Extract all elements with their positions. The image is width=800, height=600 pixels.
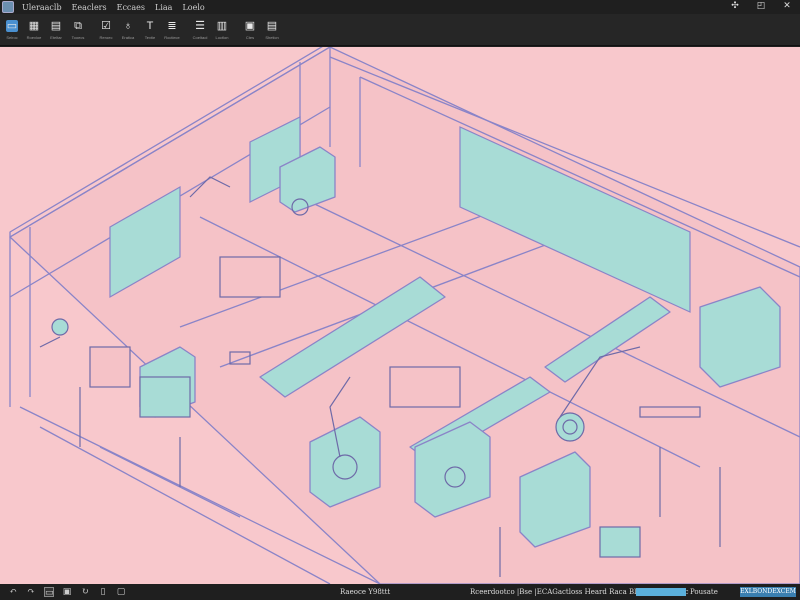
tool-panel[interactable]: ▤ Sheticn: [262, 20, 282, 40]
close-icon[interactable]: ✕: [780, 1, 794, 11]
duplicate-icon: ⧉: [74, 20, 82, 32]
robot-base-left: [555, 412, 585, 442]
tool-menu[interactable]: ☰ Coeltaol: [190, 20, 210, 40]
check-icon: ☑: [101, 20, 111, 32]
coordinate-readout: Raeoce Y98ttt: [340, 588, 391, 596]
delete-icon[interactable]: ▯: [98, 587, 108, 597]
menu-tools[interactable]: Liaa: [155, 3, 172, 12]
robot-base-right: [444, 466, 466, 488]
refresh-icon[interactable]: ↻: [80, 587, 90, 597]
factory-isometric-drawing: [9, 47, 800, 584]
grid-icon: ▦: [28, 20, 40, 32]
menu-edit[interactable]: Eeaclers: [72, 3, 107, 12]
menu-help[interactable]: Loelo: [182, 3, 204, 12]
tool-grid[interactable]: ▦ Roexloe: [24, 20, 44, 40]
mode-indicator: Pousate: [690, 588, 718, 596]
toolbar: ▭ Selroc ▦ Roexloe ▤ Eteltar ⧉ Tooecs ☑ Reroe…: [0, 14, 800, 46]
tool-table[interactable]: ▥ Loctlon: [212, 20, 232, 40]
note-icon: ▣: [244, 20, 256, 32]
trace-icon: ♁: [123, 20, 133, 32]
tool-trace[interactable]: ♁ Eratica: [118, 20, 138, 40]
save-icon[interactable]: ▣: [62, 587, 72, 597]
cad-viewport[interactable]: [0, 47, 800, 584]
progress-bar: [636, 588, 686, 596]
tool-duplicate[interactable]: ⧉ Tooecs: [68, 20, 88, 40]
redo-icon[interactable]: ↷: [26, 587, 36, 597]
window-icon[interactable]: ▢: [116, 587, 126, 597]
window-controls: ✣ ◰ ✕: [728, 1, 794, 11]
zoom-indicator[interactable]: EXLBONDEXCEM: [740, 587, 796, 597]
panel-icon: ▤: [266, 20, 278, 32]
align-icon: ≣: [167, 20, 177, 32]
app-logo-icon[interactable]: [2, 1, 14, 13]
table-icon: ▥: [216, 20, 228, 32]
progress-fill: [636, 588, 686, 596]
layers-icon: ▤: [50, 20, 62, 32]
tool-layers[interactable]: ▤ Eteltar: [46, 20, 66, 40]
tool-select[interactable]: ▭ Selroc: [2, 20, 22, 40]
tool-note[interactable]: ▣ Ctes: [240, 20, 260, 40]
menu-icon: ☰: [195, 20, 205, 32]
undo-icon[interactable]: ↶: [8, 587, 18, 597]
tool-text[interactable]: T Tevtie: [140, 20, 160, 40]
pointer-icon: ▭: [6, 20, 18, 32]
restore-icon[interactable]: ◰: [754, 1, 768, 11]
tool-align[interactable]: ≣ Roctiece: [162, 20, 182, 40]
menu-view[interactable]: Eccaes: [117, 3, 145, 12]
menu-file[interactable]: Uleraaclb: [22, 3, 62, 12]
menu-bar: Uleraaclb Eeaclers Eccaes Liaa Loelo ✣ ◰…: [0, 0, 800, 14]
robot-base-center: [332, 454, 358, 480]
frame-icon[interactable]: ▭: [44, 587, 54, 598]
text-icon: T: [146, 20, 154, 32]
tool-check[interactable]: ☑ Reroec: [96, 20, 116, 40]
pin-icon[interactable]: ✣: [728, 1, 742, 11]
status-bar: ↶ ↷ ▭ ▣ ↻ ▯ ▢ Raeoce Y98ttt Rceerdootco …: [0, 584, 800, 600]
